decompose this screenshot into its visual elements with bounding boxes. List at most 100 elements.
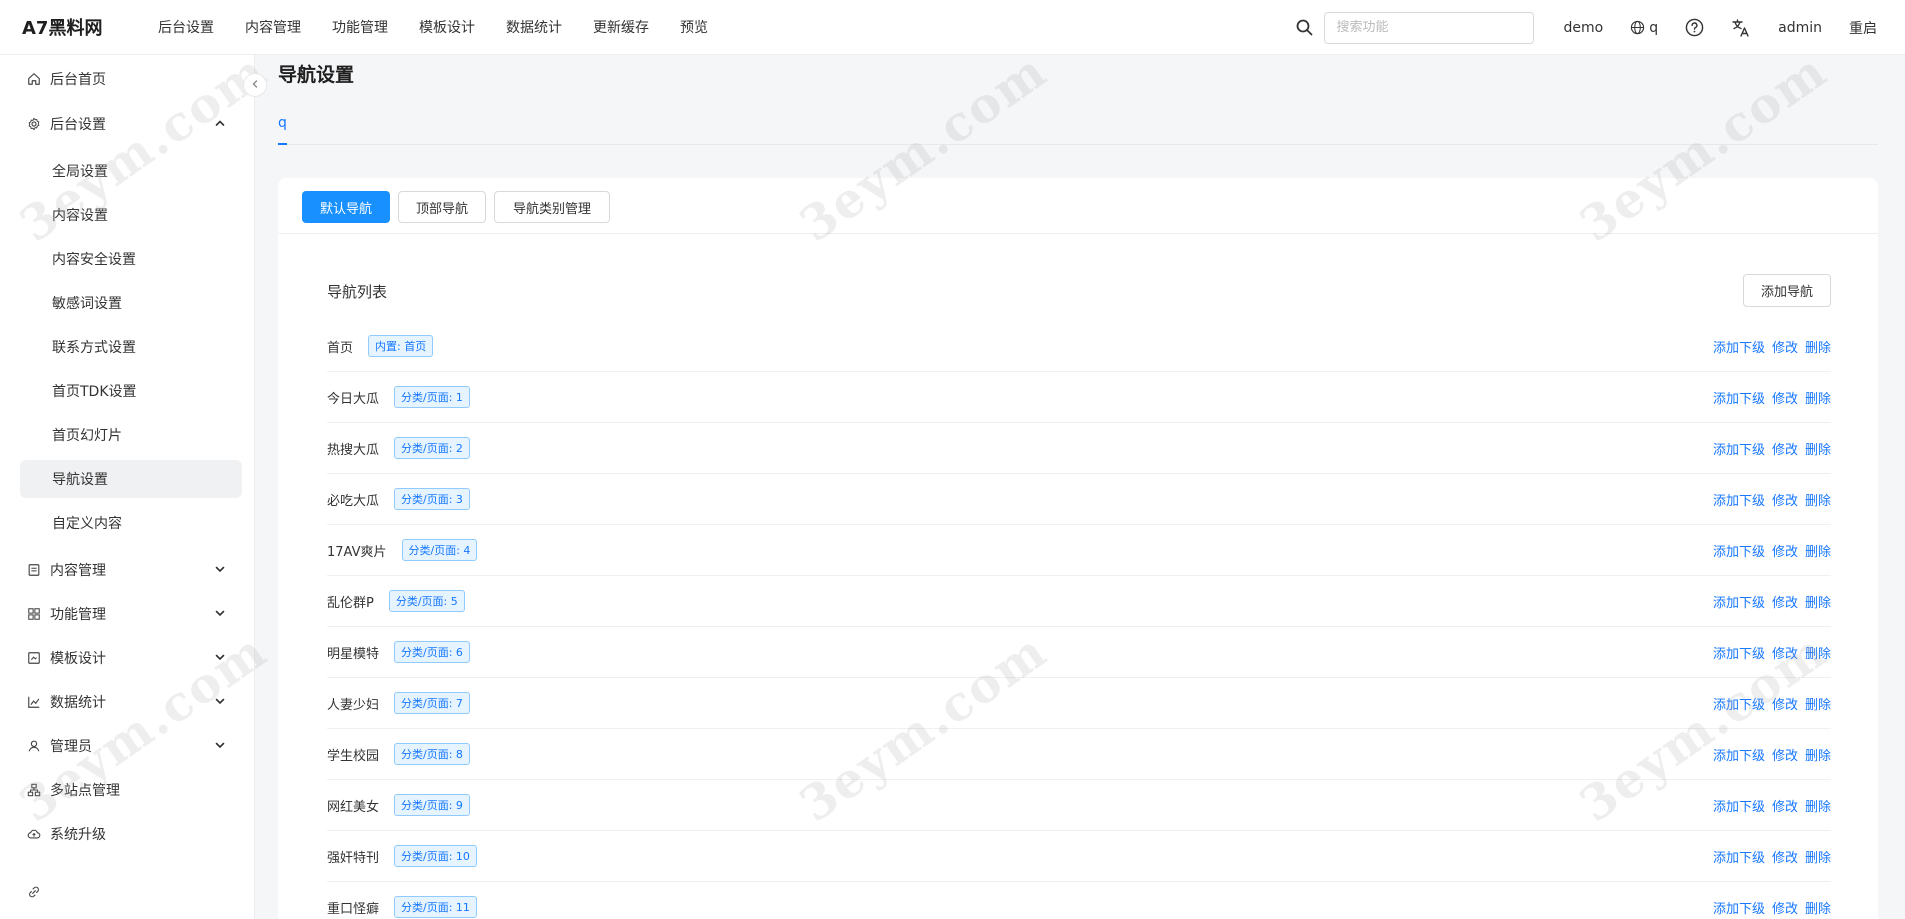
- edit-link[interactable]: 修改: [1772, 541, 1798, 560]
- topnav-update-cache[interactable]: 更新缓存: [593, 17, 649, 37]
- add-child-link[interactable]: 添加下级: [1713, 388, 1765, 407]
- help-icon[interactable]: [1685, 18, 1704, 37]
- nav-row-actions: 添加下级 修改 删除: [1706, 423, 1831, 474]
- chevron-up-icon: [214, 117, 226, 133]
- restart-button[interactable]: 重启: [1849, 18, 1877, 38]
- add-child-link[interactable]: 添加下级: [1713, 745, 1765, 764]
- sidebar-link-button[interactable]: [20, 873, 242, 911]
- add-child-link[interactable]: 添加下级: [1713, 796, 1765, 815]
- delete-link[interactable]: 删除: [1805, 745, 1831, 764]
- sidebar-item-admins[interactable]: 管理员: [20, 727, 242, 765]
- sidebar-sub-navigation[interactable]: 导航设置: [20, 460, 242, 498]
- topnav-statistics[interactable]: 数据统计: [506, 17, 562, 37]
- edit-link[interactable]: 修改: [1772, 388, 1798, 407]
- add-child-link[interactable]: 添加下级: [1713, 847, 1765, 866]
- nav-row-actions: 添加下级 修改 删除: [1706, 627, 1831, 678]
- delete-link[interactable]: 删除: [1805, 337, 1831, 356]
- add-child-link[interactable]: 添加下级: [1713, 541, 1765, 560]
- language-label: q: [1649, 19, 1659, 36]
- topnav-function-management[interactable]: 功能管理: [332, 17, 388, 37]
- delete-link[interactable]: 删除: [1805, 490, 1831, 509]
- segment-default-nav[interactable]: 默认导航: [302, 191, 390, 223]
- edit-link[interactable]: 修改: [1772, 490, 1798, 509]
- topnav-content-management[interactable]: 内容管理: [245, 17, 301, 37]
- nav-row-actions: 添加下级 修改 删除: [1706, 525, 1831, 576]
- sidebar-item-label: 系统升级: [50, 827, 106, 843]
- sidebar-sub-home-slides[interactable]: 首页幻灯片: [20, 416, 242, 454]
- delete-link[interactable]: 删除: [1805, 541, 1831, 560]
- sidebar-item-label: 功能管理: [50, 607, 106, 623]
- delete-link[interactable]: 删除: [1805, 694, 1831, 713]
- topnav-preview[interactable]: 预览: [680, 17, 708, 37]
- sidebar-item-multisite[interactable]: 多站点管理: [20, 771, 242, 809]
- delete-link[interactable]: 删除: [1805, 388, 1831, 407]
- edit-link[interactable]: 修改: [1772, 439, 1798, 458]
- edit-link[interactable]: 修改: [1772, 337, 1798, 356]
- delete-link[interactable]: 删除: [1805, 439, 1831, 458]
- segment-bar: 默认导航 顶部导航 导航类别管理: [278, 178, 1878, 234]
- sidebar-item-template-design[interactable]: 模板设计: [20, 639, 242, 677]
- chevron-down-icon: [214, 607, 226, 623]
- nav-row-tag: 分类/页面: 8: [394, 743, 470, 765]
- chevron-down-icon: [214, 651, 226, 667]
- add-child-link[interactable]: 添加下级: [1713, 592, 1765, 611]
- sidebar-sub-sensitive-words[interactable]: 敏感词设置: [20, 284, 242, 322]
- sidebar-collapse-button[interactable]: [243, 73, 267, 97]
- edit-link[interactable]: 修改: [1772, 745, 1798, 764]
- add-child-link[interactable]: 添加下级: [1713, 643, 1765, 662]
- translate-icon[interactable]: [1731, 18, 1751, 38]
- language-switch[interactable]: q: [1630, 20, 1658, 36]
- sidebar-item-upgrade[interactable]: 系统升级: [20, 815, 242, 853]
- user-site-link[interactable]: demo: [1564, 20, 1604, 36]
- gear-icon: [26, 116, 42, 132]
- nav-row-actions: 添加下级 修改 删除: [1706, 372, 1831, 423]
- edit-link[interactable]: 修改: [1772, 847, 1798, 866]
- segment-top-nav[interactable]: 顶部导航: [398, 191, 486, 223]
- add-child-link[interactable]: 添加下级: [1713, 337, 1765, 356]
- nav-row-actions: 添加下级 修改 删除: [1706, 474, 1831, 525]
- topnav-template-design[interactable]: 模板设计: [419, 17, 475, 37]
- sidebar-sub-content[interactable]: 内容设置: [20, 196, 242, 234]
- edit-link[interactable]: 修改: [1772, 592, 1798, 611]
- edit-link[interactable]: 修改: [1772, 694, 1798, 713]
- edit-link[interactable]: 修改: [1772, 796, 1798, 815]
- nav-list-row: 学生校园 分类/页面: 8 添加下级 修改 删除: [327, 729, 1831, 780]
- app-title[interactable]: A7黑料网: [0, 14, 150, 40]
- delete-link[interactable]: 删除: [1805, 643, 1831, 662]
- sidebar-item-statistics[interactable]: 数据统计: [20, 683, 242, 721]
- search-input[interactable]: [1323, 11, 1534, 44]
- sidebar-sub-content-security[interactable]: 内容安全设置: [20, 240, 242, 278]
- nav-list-row: 人妻少妇 分类/页面: 7 添加下级 修改 删除: [327, 678, 1831, 729]
- account-menu[interactable]: admin: [1778, 20, 1822, 36]
- sidebar-sub-contact[interactable]: 联系方式设置: [20, 328, 242, 366]
- topnav-backend-settings[interactable]: 后台设置: [158, 17, 214, 37]
- nav-row-name: 乱伦群P: [327, 595, 374, 611]
- top-right-tools: demo q admin 重启: [1294, 0, 1905, 55]
- delete-link[interactable]: 删除: [1805, 847, 1831, 866]
- add-child-link[interactable]: 添加下级: [1713, 694, 1765, 713]
- sidebar-item-content-management[interactable]: 内容管理: [20, 551, 242, 589]
- delete-link[interactable]: 删除: [1805, 592, 1831, 611]
- add-child-link[interactable]: 添加下级: [1713, 898, 1765, 917]
- segment-nav-category[interactable]: 导航类别管理: [494, 191, 610, 223]
- nav-row-actions: 添加下级 修改 删除: [1706, 576, 1831, 627]
- sidebar-item-label: 数据统计: [50, 695, 106, 711]
- sidebar-item-settings[interactable]: 后台设置: [20, 105, 242, 143]
- add-child-link[interactable]: 添加下级: [1713, 439, 1765, 458]
- delete-link[interactable]: 删除: [1805, 796, 1831, 815]
- search-icon[interactable]: [1294, 17, 1316, 39]
- sidebar-sub-home-tdk[interactable]: 首页TDK设置: [20, 372, 242, 410]
- nav-row-tag: 分类/页面: 2: [394, 437, 470, 459]
- nav-list-row: 首页 内置: 首页 添加下级 修改 删除: [327, 321, 1831, 372]
- tab-q[interactable]: q: [278, 115, 287, 131]
- sidebar-item-home[interactable]: 后台首页: [20, 60, 242, 98]
- nav-row-name: 17AV爽片: [327, 544, 387, 560]
- delete-link[interactable]: 删除: [1805, 898, 1831, 917]
- sidebar-item-function-management[interactable]: 功能管理: [20, 595, 242, 633]
- edit-link[interactable]: 修改: [1772, 643, 1798, 662]
- add-child-link[interactable]: 添加下级: [1713, 490, 1765, 509]
- sidebar-sub-global[interactable]: 全局设置: [20, 152, 242, 190]
- sidebar-sub-custom-content[interactable]: 自定义内容: [20, 504, 242, 542]
- add-navigation-button[interactable]: 添加导航: [1743, 274, 1831, 307]
- edit-link[interactable]: 修改: [1772, 898, 1798, 917]
